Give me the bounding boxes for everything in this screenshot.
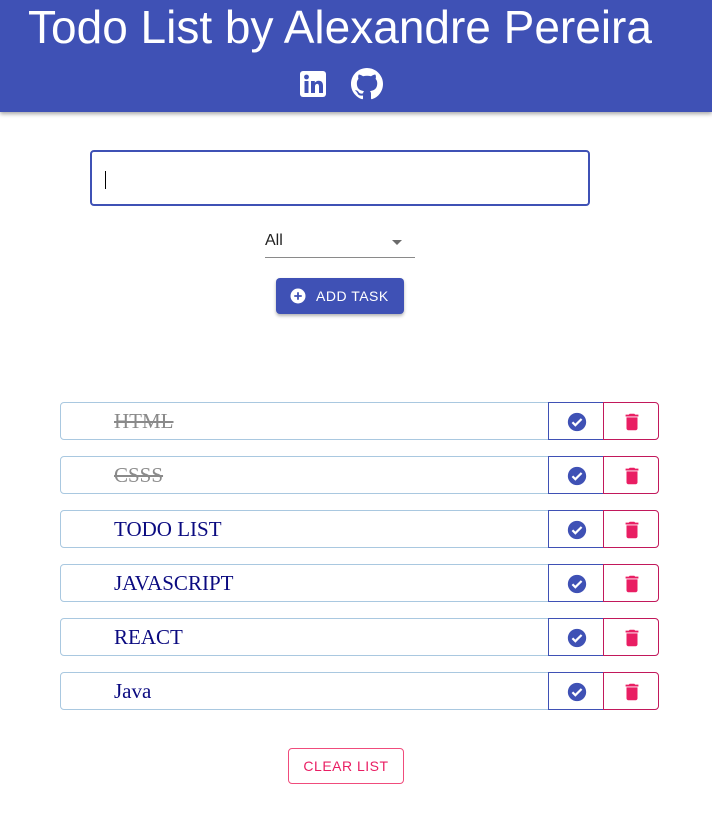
trash-icon bbox=[621, 519, 643, 541]
task-label: HTML bbox=[114, 409, 174, 433]
task-text-box: REACT bbox=[60, 618, 549, 656]
task-input[interactable] bbox=[92, 152, 588, 204]
complete-task-button[interactable] bbox=[548, 564, 604, 602]
task-item: HTML bbox=[60, 402, 660, 440]
task-label: CSSS bbox=[114, 463, 164, 487]
task-label: JAVASCRIPT bbox=[114, 571, 234, 595]
task-text-box: JAVASCRIPT bbox=[60, 564, 549, 602]
trash-icon bbox=[621, 465, 643, 487]
clear-list-button[interactable]: CLEAR LIST bbox=[288, 748, 404, 784]
complete-task-button[interactable] bbox=[548, 672, 604, 710]
complete-task-button[interactable] bbox=[548, 456, 604, 494]
add-task-label: ADD TASK bbox=[316, 288, 389, 304]
plus-circle-icon bbox=[289, 287, 307, 305]
filter-selected-value: All bbox=[265, 232, 283, 249]
task-item: Java bbox=[60, 672, 660, 710]
trash-icon bbox=[621, 411, 643, 433]
add-task-button[interactable]: ADD TASK bbox=[276, 278, 404, 314]
task-list: HTML CSSS TODO LIST JAVASCRIPT REACT Java bbox=[60, 402, 660, 726]
complete-task-button[interactable] bbox=[548, 402, 604, 440]
task-item: CSSS bbox=[60, 456, 660, 494]
dropdown-arrow-icon bbox=[392, 240, 402, 245]
page-title: Todo List by Alexandre Pereira bbox=[28, 1, 652, 53]
complete-task-button[interactable] bbox=[548, 618, 604, 656]
text-cursor bbox=[105, 171, 106, 189]
trash-icon bbox=[621, 681, 643, 703]
delete-task-button[interactable] bbox=[603, 672, 659, 710]
task-input-field[interactable] bbox=[90, 150, 590, 206]
task-label: TODO LIST bbox=[114, 517, 222, 541]
task-label: Java bbox=[114, 679, 152, 703]
delete-task-button[interactable] bbox=[603, 618, 659, 656]
github-icon[interactable] bbox=[351, 68, 384, 100]
check-circle-icon bbox=[566, 681, 588, 703]
linkedin-icon[interactable] bbox=[297, 68, 329, 100]
check-circle-icon bbox=[566, 519, 588, 541]
delete-task-button[interactable] bbox=[603, 402, 659, 440]
task-item: TODO LIST bbox=[60, 510, 660, 548]
task-label: REACT bbox=[114, 625, 183, 649]
check-circle-icon bbox=[566, 465, 588, 487]
task-text-box: HTML bbox=[60, 402, 549, 440]
delete-task-button[interactable] bbox=[603, 510, 659, 548]
complete-task-button[interactable] bbox=[548, 510, 604, 548]
filter-select[interactable]: All bbox=[265, 228, 415, 258]
delete-task-button[interactable] bbox=[603, 456, 659, 494]
app-header: Todo List by Alexandre Pereira bbox=[0, 0, 712, 112]
task-text-box: CSSS bbox=[60, 456, 549, 494]
check-circle-icon bbox=[566, 573, 588, 595]
trash-icon bbox=[621, 627, 643, 649]
delete-task-button[interactable] bbox=[603, 564, 659, 602]
check-circle-icon bbox=[566, 627, 588, 649]
check-circle-icon bbox=[566, 411, 588, 433]
task-item: JAVASCRIPT bbox=[60, 564, 660, 602]
social-links bbox=[0, 68, 680, 100]
task-text-box: Java bbox=[60, 672, 549, 710]
task-text-box: TODO LIST bbox=[60, 510, 549, 548]
task-item: REACT bbox=[60, 618, 660, 656]
trash-icon bbox=[621, 573, 643, 595]
